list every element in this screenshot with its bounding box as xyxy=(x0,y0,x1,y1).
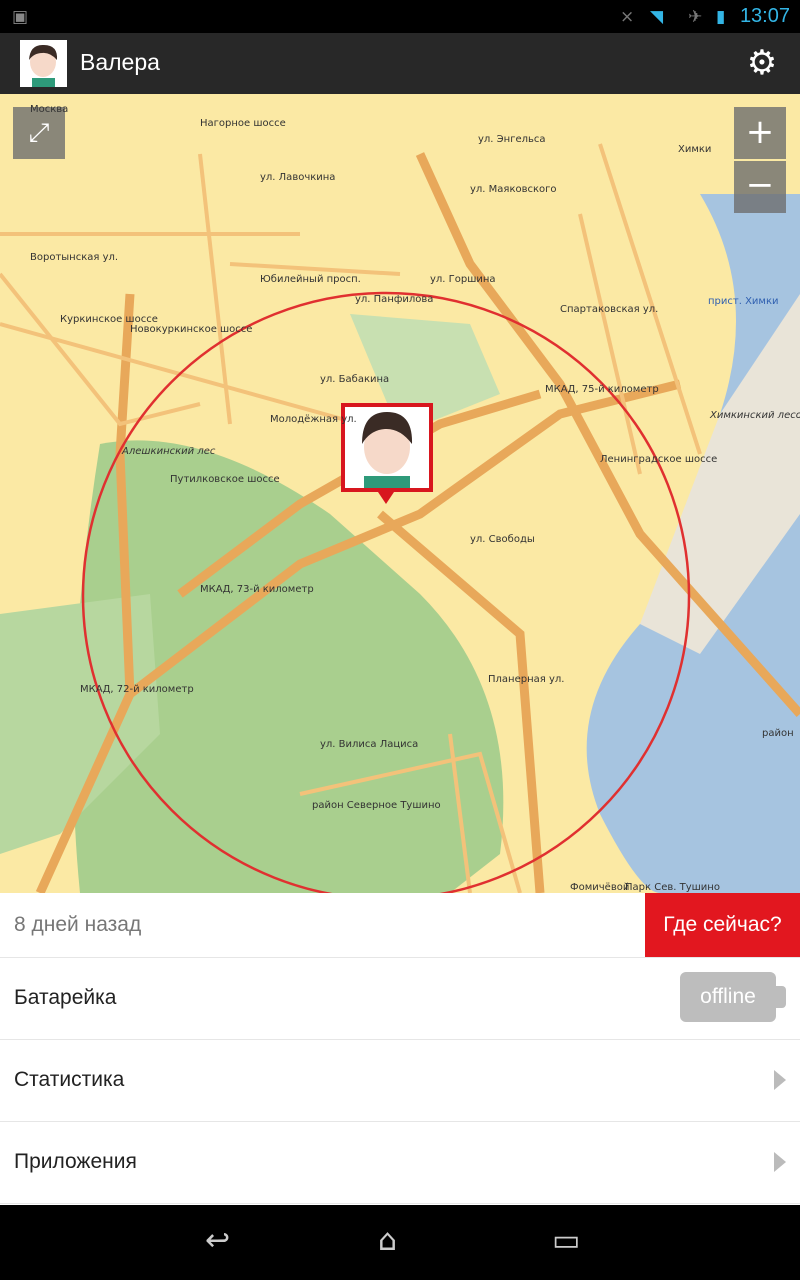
map-label: Нагорное шоссе xyxy=(200,118,286,129)
map-label: Новокуркинское шоссе xyxy=(130,324,253,335)
map-label: район Северное Тушино xyxy=(312,800,441,811)
map-label: район xyxy=(762,728,794,739)
map-canvas xyxy=(0,143,800,893)
home-icon[interactable]: ⌂ xyxy=(378,1223,397,1258)
map-view[interactable]: ⤢ + − Нагорное шоссе ул. Лавочкина Юбиле… xyxy=(0,94,800,893)
map-label: МКАД, 73-й километр xyxy=(200,584,314,595)
back-icon[interactable]: ↩ xyxy=(205,1223,230,1258)
navigation-bar: ↩ ⌂ ▭ xyxy=(0,1205,800,1280)
gear-icon[interactable]: ⚙ xyxy=(744,45,780,81)
map-label: ул. Горшина xyxy=(430,274,496,285)
apps-row[interactable]: Приложения xyxy=(0,1122,800,1204)
statistics-label: Статистика xyxy=(14,1068,125,1091)
map-label: Молодёжная ул. xyxy=(270,414,357,425)
last-seen-text: 8 дней назад xyxy=(14,913,142,936)
map-label: ул. Лавочкина xyxy=(260,172,336,183)
map-label: Спартаковская ул. xyxy=(560,304,659,315)
mute-icon: ⨯ xyxy=(620,7,635,27)
zoom-in-button[interactable]: + xyxy=(734,107,786,159)
map-label: Юбилейный просп. xyxy=(260,274,361,285)
map-label: ул. Панфилова xyxy=(355,294,434,305)
statistics-row[interactable]: Статистика xyxy=(0,1040,800,1122)
info-panel: 8 дней назад Где сейчас? Батарейка offli… xyxy=(0,893,800,1204)
battery-row: Батарейка offline xyxy=(0,958,800,1040)
map-label: ул. Вилиса Лациса xyxy=(320,739,419,750)
status-bar: ▣ ⨯ ◥ ✈ ▮ 13:07 xyxy=(0,0,800,33)
map-label: Химки xyxy=(678,144,712,155)
map-label: Москва xyxy=(30,104,69,115)
map-label: Планерная ул. xyxy=(488,674,565,685)
chevron-right-icon xyxy=(774,1070,786,1090)
map-label: Парк Сев. Тушино xyxy=(625,882,720,893)
map-label: Воротынская ул. xyxy=(30,252,119,263)
battery-status-badge: offline xyxy=(680,972,776,1022)
battery-label: Батарейка xyxy=(14,986,117,1009)
map-label: ул. Маяковского xyxy=(470,184,557,195)
map-label: ул. Свободы xyxy=(470,534,535,545)
apps-label: Приложения xyxy=(14,1150,137,1173)
avatar[interactable] xyxy=(20,40,67,87)
wifi-icon: ◥ xyxy=(650,7,664,27)
battery-icon xyxy=(776,986,786,1008)
map-label: МКАД, 72-й километр xyxy=(80,684,194,695)
clock: 13:07 xyxy=(739,5,790,27)
image-notification-icon: ▣ xyxy=(12,7,29,27)
map-label: ул. Бабакина xyxy=(320,374,390,385)
battery-icon: ▮ xyxy=(716,7,726,27)
map-label: ул. Энгельса xyxy=(478,134,546,145)
map-label: прист. Химки xyxy=(708,296,779,307)
chevron-right-icon xyxy=(774,1152,786,1172)
recent-apps-icon[interactable]: ▭ xyxy=(552,1223,580,1258)
map-label: Фомичёвой xyxy=(570,882,630,893)
where-now-button[interactable]: Где сейчас? xyxy=(645,893,800,957)
zoom-out-button[interactable]: − xyxy=(734,161,786,213)
airplane-icon: ✈ xyxy=(688,7,703,27)
page-title: Валера xyxy=(80,49,160,75)
map-label: Алешкинский лес xyxy=(122,446,216,457)
map-label: Ленинградское шоссе xyxy=(600,454,718,465)
action-bar: Валера ⚙ xyxy=(0,33,800,94)
last-seen-row: 8 дней назад Где сейчас? xyxy=(0,893,800,958)
map-label: Путилковское шоссе xyxy=(170,474,280,485)
map-label: МКАД, 75-й километр xyxy=(545,384,659,395)
map-label: Химкинский лесопарк xyxy=(710,410,800,421)
